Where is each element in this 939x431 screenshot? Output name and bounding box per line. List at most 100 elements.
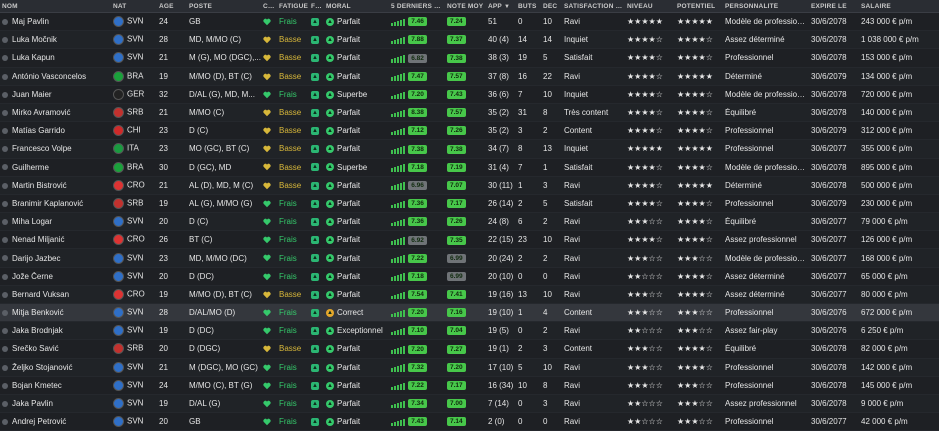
col-niv[interactable]: NIVEAU [625,3,675,10]
table-row[interactable]: Luka Kapun SVN 21 M (G), MO (DGC),... Ba… [0,49,939,68]
appearances: 38 (3) [488,53,509,63]
player-age: 28 [159,308,168,318]
col-pers[interactable]: PERSONNALITÉ [723,3,809,10]
table-row[interactable]: Francesco Volpe ITA 23 MO (GC), BT (C) B… [0,140,939,159]
form-bars-icon [391,327,406,336]
table-row[interactable]: Juan Maier GER 32 D/AL (G), MD, M... Fra… [0,85,939,104]
player-name[interactable]: Guilherme [0,163,111,172]
col-but[interactable]: BUTS [516,3,541,10]
col-sat[interactable]: SATISFACTION T... [562,3,625,10]
flag-icon [113,252,124,264]
appearances: 20 (10) [488,271,514,281]
table-row[interactable]: Miha Logar SVN 20 D (C) Frais ▲ ▲ Parfait… [0,213,939,232]
player-name[interactable]: António Vasconcelos [0,72,111,81]
table-row[interactable]: António Vasconcelos BRA 19 M/MO (D), BT … [0,67,939,86]
table-row[interactable]: Matías Garrido CHI 23 D (C) Basse ▲ ▲ Par… [0,122,939,141]
table-row[interactable]: Srečko Savić SRB 20 D (DGC) Basse ▲ ▲ Par… [0,340,939,359]
col-sal[interactable]: SALAIRE [859,3,939,10]
table-row[interactable]: Martin Bistrović CRO 21 AL (D), MD, M (C… [0,176,939,195]
heart-icon [263,218,271,226]
flag-icon [113,216,124,228]
player-name[interactable]: Jaka Brodnjak [0,326,111,335]
player-name[interactable]: Andrej Petrović [0,417,111,426]
ability-stars: ★★★★☆ [627,89,663,99]
player-name[interactable]: Francesco Volpe [0,144,111,153]
morale-icon: ▲ [326,290,334,299]
match-fitness-cell: ▲ [309,72,324,81]
player-age: 20 [159,217,168,227]
player-name[interactable]: Miha Logar [0,217,111,226]
col-exp[interactable]: EXPIRE LE [809,3,859,10]
personality: Professionnel [725,362,774,372]
table-row[interactable]: Nenad Miljanić CRO 26 BT (C) Frais ▲ ▲ Pa… [0,231,939,250]
heart-icon [263,309,271,317]
table-row[interactable]: Bojan Kmetec SVN 24 M/MO (C), BT (G) Fra… [0,376,939,395]
col-age[interactable]: ÂGE [157,3,187,10]
condition-cell [261,217,277,226]
player-name[interactable]: Mitja Benković [0,308,111,317]
col-nat[interactable]: NAT [111,3,157,10]
heart-icon [263,273,271,280]
player-name[interactable]: Darijo Jazbec [0,254,111,263]
avg-rating-cell: 7.26 [445,126,486,136]
table-row[interactable]: Branimir Kaplanović SRB 19 AL (G), M/MO … [0,194,939,214]
col-pot[interactable]: POTENTIEL [675,3,723,10]
col-dec[interactable]: DÉC [541,3,562,10]
assists: 10 [543,235,552,245]
table-row[interactable]: Jaka Pavlin SVN 19 D/AL (G) Frais ▲ ▲ Par… [0,394,939,414]
assists: 3 [543,399,548,409]
potential-stars: ★★★★☆ [677,89,713,99]
player-name[interactable]: Jaka Pavlin [0,399,111,408]
personality: Modèle de professionn... [725,162,809,172]
match-fitness-cell: ▲ [309,344,324,354]
table-row[interactable]: Bernard Vuksan CRO 19 M/MO (D), BT (C) B… [0,285,939,304]
appearances: 36 (6) [488,89,509,99]
table-row[interactable]: Maj Pavlin SVN 24 GB Frais ▲ ▲ Parfait 7.… [0,13,939,32]
table-row[interactable]: Guilherme BRA 30 D (GC), MD Basse ▲ ▲ Sup… [0,158,939,177]
table-row[interactable]: Mitja Benković SVN 28 D/AL/MO (D) Frais … [0,304,939,323]
table-row[interactable]: Luka Močnik SVN 28 MD, M/MO (C) Basse ▲ … [0,31,939,50]
player-name[interactable]: Maj Pavlin [0,17,111,26]
table-row[interactable]: Željko Stojanović SVN 21 M (DGC), MO (GC… [0,358,939,377]
player-name[interactable]: Branimir Kaplanović [0,199,111,208]
col-name[interactable]: NOM [0,3,111,10]
player-name[interactable]: Juan Maier [0,90,111,99]
heart-icon [263,164,271,171]
player-name[interactable]: Bojan Kmetec [0,381,111,390]
player-name[interactable]: Željko Stojanović [0,363,111,372]
player-name[interactable]: Martin Bistrović [0,181,111,190]
match-fitness-cell: ▲ [309,290,324,299]
player-age: 32 [159,89,168,99]
player-name[interactable]: Nenad Miljanić [0,235,111,244]
ability-stars: ★★★☆☆ [627,362,663,372]
player-name[interactable]: Mirko Avramović [0,108,111,117]
col-mor[interactable]: MORAL [324,3,389,10]
col-fat[interactable]: FATIGUE [277,3,309,10]
avg-rating-cell: 7.04 [445,326,486,336]
heart-icon [263,237,271,244]
col-fph[interactable]: FPH [309,3,324,10]
col-note[interactable]: NOTE MOY [445,3,486,10]
assists: 5 [543,198,548,208]
table-row[interactable]: Mirko Avramović SRB 21 M/MO (C) Basse ▲ … [0,103,939,123]
col-cph[interactable]: CPH [261,3,277,10]
player-name[interactable]: Bernard Vuksan [0,290,111,299]
table-row[interactable]: Darijo Jazbec SVN 23 MD, M/MO (DC) Frais… [0,249,939,268]
heart-icon [263,55,271,62]
player-name[interactable]: Luka Močnik [0,35,111,44]
heart-icon [263,91,271,98]
table-row[interactable]: Jaka Brodnjak SVN 19 D (DC) Frais ▲ ▲ Exc… [0,322,939,341]
player-name[interactable]: Luka Kapun [0,53,111,62]
col-pos[interactable]: POSTE [187,3,261,10]
col-app[interactable]: APP ▼ [486,3,516,10]
player-name[interactable]: Srečko Savić [0,344,111,353]
col-last[interactable]: 5 DERNIERS M... [389,3,445,10]
heart-icon [263,109,271,117]
player-name[interactable]: Jože Černe [0,272,111,281]
assists: 3 [543,180,548,190]
table-row[interactable]: Andrej Petrović SVN 20 GB Frais ▲ ▲ Parfa… [0,413,939,431]
player-name[interactable]: Matías Garrido [0,126,111,135]
satisfaction: Content [564,126,593,136]
condition-cell [261,17,277,26]
table-row[interactable]: Jože Černe SVN 20 D (DC) Frais ▲ ▲ Parfai… [0,267,939,286]
